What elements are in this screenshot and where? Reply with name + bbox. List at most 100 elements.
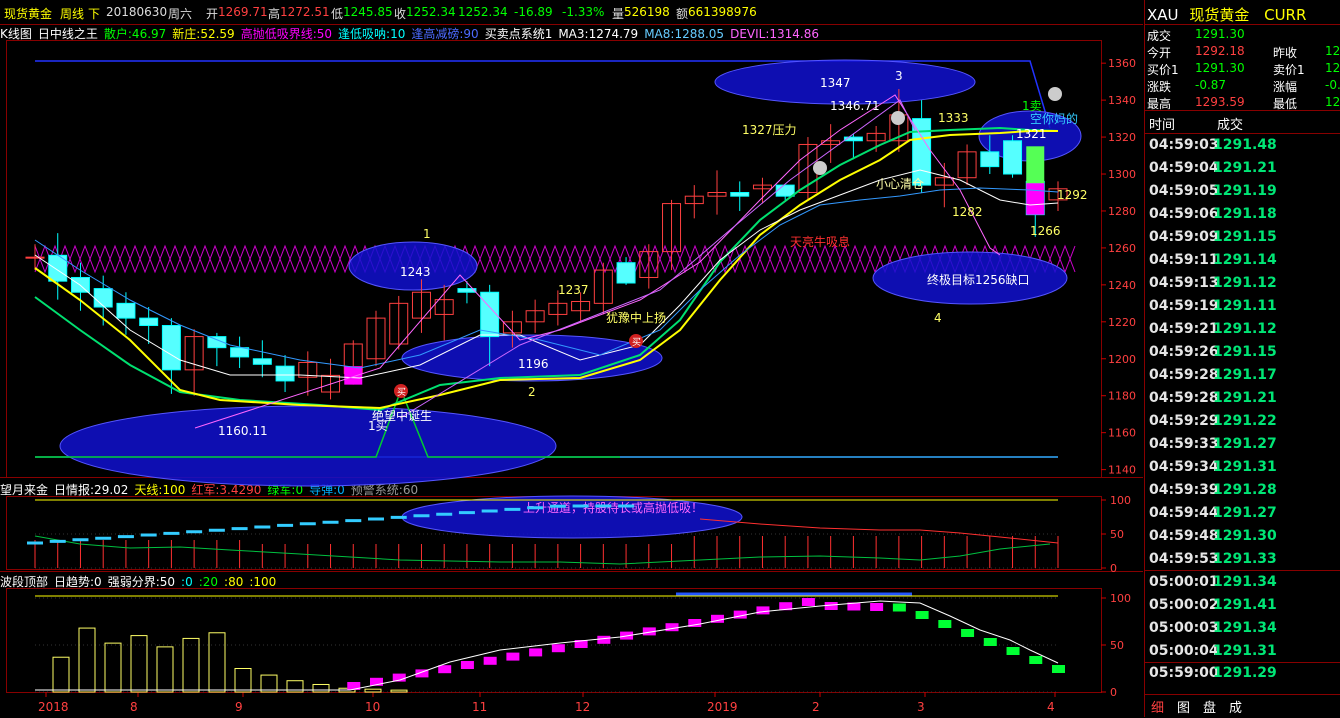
tick-time: 04:59:04 bbox=[1149, 160, 1219, 176]
quote-k1: 今开 bbox=[1147, 46, 1172, 60]
candle bbox=[775, 184, 795, 200]
tick-time: 04:59:29 bbox=[1149, 413, 1219, 429]
tab-2[interactable]: 盘 bbox=[1203, 697, 1216, 716]
tick-time: 04:59:21 bbox=[1149, 321, 1219, 337]
price-tick-label: 1240 bbox=[1108, 279, 1136, 292]
sub2-bars bbox=[52, 598, 1065, 693]
candle bbox=[957, 144, 977, 186]
annot-1237: 1237 bbox=[558, 283, 589, 297]
date-tick-label: 2 bbox=[812, 700, 820, 714]
annot-1266: 1266 bbox=[1030, 224, 1061, 238]
sub-tick-label: 0 bbox=[1110, 686, 1117, 699]
annot-1160: 1160.11 bbox=[218, 424, 268, 438]
tick-time: 04:59:28 bbox=[1149, 367, 1219, 383]
tab-1[interactable]: 图 bbox=[1177, 697, 1190, 716]
candle bbox=[616, 257, 636, 285]
annot-buy: 1买 bbox=[368, 419, 388, 433]
quote-k1: 涨跌 bbox=[1147, 80, 1172, 94]
sub2-outline-bar bbox=[52, 656, 70, 693]
sub2-signal-bar bbox=[529, 648, 543, 657]
tick-price: 1291.19 bbox=[1213, 183, 1277, 199]
tick-price: 1291.21 bbox=[1213, 160, 1277, 176]
price-axis: 1360 1340 1320 1300 1280 1260 1240 1220 1200 1180… bbox=[1101, 57, 1136, 477]
sub-tick-label: 50 bbox=[1110, 528, 1124, 541]
tick-price: 1291.12 bbox=[1213, 275, 1277, 291]
sub2-outline-bar bbox=[78, 627, 96, 693]
candle bbox=[252, 340, 272, 378]
sidebar-code: XAU bbox=[1147, 6, 1179, 24]
tick-time: 04:59:34 bbox=[1149, 459, 1219, 475]
sub2-signal-bar bbox=[938, 620, 952, 628]
candle bbox=[366, 310, 386, 367]
price-tick-label: 1360 bbox=[1108, 57, 1136, 70]
sub2-signal-bar bbox=[1006, 647, 1020, 655]
sidebar-currency: CURR bbox=[1264, 6, 1307, 24]
sub-tick-label: 0 bbox=[1110, 562, 1117, 575]
annot-1321: 1321 bbox=[1016, 127, 1047, 141]
sidebar-title: XAU 现货黄金 CURR bbox=[1147, 4, 1306, 25]
quote-v1: 1293.59 bbox=[1195, 95, 1245, 109]
annot-noon: 天亮牛吸息 bbox=[790, 234, 850, 249]
quote-v1: 1291.30 bbox=[1195, 27, 1245, 41]
tab-3[interactable]: 成 bbox=[1229, 697, 1242, 716]
annot-careful: 小心清仓 bbox=[876, 177, 924, 191]
date-tick-label: 4 bbox=[1047, 700, 1055, 714]
date-tick-label: 11 bbox=[472, 700, 487, 714]
tick-row: 04:59:33 1291.27 bbox=[1149, 436, 1339, 459]
tick-row: 04:59:03 1291.48 bbox=[1149, 137, 1339, 160]
sub2-signal-bar bbox=[915, 611, 929, 619]
tick-price: 1291.12 bbox=[1213, 321, 1277, 337]
quote-k1: 买价1 bbox=[1147, 63, 1179, 77]
sub2-outline-bar bbox=[364, 688, 382, 693]
chart-canvas[interactable]: 1360134013201300128012601240122012001180… bbox=[0, 0, 1143, 717]
sub2-signal-bar bbox=[438, 665, 452, 674]
tick-row: 05:00:03 1291.34 bbox=[1149, 620, 1339, 643]
tick-time: 04:59:39 bbox=[1149, 482, 1219, 498]
tick-price: 1291.11 bbox=[1213, 298, 1277, 314]
quote-k2: 卖价1 bbox=[1273, 63, 1305, 77]
tick-price: 1291.34 bbox=[1213, 574, 1277, 590]
price-tick-label: 1280 bbox=[1108, 205, 1136, 218]
sub2-signal-bar bbox=[483, 656, 497, 665]
tick-row: 04:59:19 1291.11 bbox=[1149, 298, 1339, 321]
sub2-signal-bar bbox=[870, 603, 884, 611]
ticks-header-price: 成交 bbox=[1217, 118, 1244, 133]
svg-text:买: 买 bbox=[632, 337, 641, 348]
tick-row: 04:59:11 1291.14 bbox=[1149, 252, 1339, 275]
sub2-outline-bar bbox=[312, 683, 330, 693]
sub2-outline-bar bbox=[104, 642, 122, 693]
candle bbox=[457, 281, 477, 304]
highlight-candle bbox=[1026, 183, 1045, 215]
sub2-outline-bar bbox=[260, 674, 278, 693]
tick-price: 1291.27 bbox=[1213, 436, 1277, 452]
sub2-signal-bar bbox=[551, 644, 565, 653]
sub2-signal-bar bbox=[1052, 665, 1065, 673]
tick-row: 04:59:09 1291.15 bbox=[1149, 229, 1339, 252]
date-tick-label: 2018 bbox=[38, 700, 69, 714]
ticks-header-time: 时间 bbox=[1149, 118, 1176, 133]
tick-time: 05:00:03 bbox=[1149, 620, 1219, 636]
tick-price: 1291.30 bbox=[1213, 528, 1277, 544]
quote-v1: 1291.30 bbox=[1195, 61, 1245, 75]
tick-price: 1291.27 bbox=[1213, 505, 1277, 521]
sub2-signal-bar bbox=[460, 661, 474, 669]
tab-0[interactable]: 细 bbox=[1151, 697, 1164, 716]
tick-row: 04:59:44 1291.27 bbox=[1149, 505, 1339, 528]
sidebar-tabs[interactable]: 细图盘成 bbox=[1145, 694, 1340, 718]
tick-time: 04:59:53 bbox=[1149, 551, 1219, 567]
annot-wave3: 3 bbox=[895, 69, 903, 83]
sub2-signal-bar bbox=[983, 638, 997, 646]
quote-k1: 成交 bbox=[1147, 29, 1172, 43]
quote-v2: -0.0 bbox=[1325, 78, 1340, 92]
tick-price: 1291.18 bbox=[1213, 206, 1277, 222]
svg-text:买: 买 bbox=[397, 387, 406, 398]
sub2-signal-bar bbox=[665, 623, 679, 632]
annot-rise: 犹豫中上扬 bbox=[606, 310, 666, 325]
tick-time: 04:59:13 bbox=[1149, 275, 1219, 291]
tick-time: 05:00:04 bbox=[1149, 643, 1219, 659]
tick-price: 1291.31 bbox=[1213, 643, 1277, 659]
tick-row: 04:59:04 1291.21 bbox=[1149, 160, 1339, 183]
candle bbox=[662, 199, 682, 271]
candle bbox=[207, 332, 227, 367]
tick-price: 1291.22 bbox=[1213, 413, 1277, 429]
